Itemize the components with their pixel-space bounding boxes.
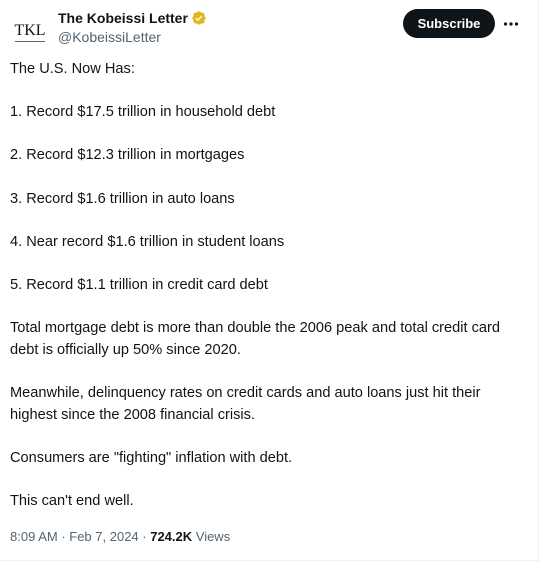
avatar-logo-rule xyxy=(15,40,45,42)
display-name[interactable]: The Kobeissi Letter xyxy=(58,10,188,26)
tweet-paragraph: Meanwhile, delinquency rates on credit c… xyxy=(10,384,485,423)
card-bottom-border xyxy=(0,560,540,561)
tweet-paragraph: 3. Record $1.6 trillion in auto loans xyxy=(10,190,235,207)
tweet-paragraph: Total mortgage debt is more than double … xyxy=(10,320,505,358)
meta-separator: · xyxy=(138,528,151,544)
avatar-logo-text: TKL xyxy=(14,21,46,39)
tweet-paragraph: 2. Record $12.3 trillion in mortgages xyxy=(10,147,245,164)
tweet-date[interactable]: Feb 7, 2024 xyxy=(69,529,138,544)
tweet-card: TKL The Kobeissi Letter @KobeissiLetter … xyxy=(0,0,540,563)
avatar[interactable]: TKL xyxy=(10,9,50,49)
meta-separator: · xyxy=(57,528,70,544)
subscribe-button[interactable]: Subscribe xyxy=(403,9,495,38)
tweet-paragraph: The U.S. Now Has: xyxy=(10,61,135,77)
verified-badge-icon[interactable] xyxy=(191,10,207,26)
tweet-paragraph: Consumers are "fighting" inflation with … xyxy=(10,449,293,466)
tweet-paragraph: This can't end well. xyxy=(10,492,134,509)
author-block: The Kobeissi Letter @KobeissiLetter xyxy=(58,9,207,45)
tweet-time[interactable]: 8:09 AM xyxy=(10,529,58,544)
name-line: The Kobeissi Letter xyxy=(58,9,207,27)
tweet-paragraph: 1. Record $17.5 trillion in household de… xyxy=(10,104,276,121)
card-right-border xyxy=(538,0,539,563)
tweet-meta: 8:09 AM · Feb 7, 2024 · 724.2K Views xyxy=(10,527,230,545)
views-label: Views xyxy=(192,528,231,544)
tweet-text: The U.S. Now Has: 1. Record $17.5 trilli… xyxy=(10,59,522,512)
author-handle[interactable]: @KobeissiLetter xyxy=(58,29,207,45)
tweet-paragraph: 5. Record $1.1 trillion in credit card d… xyxy=(10,276,268,293)
views-count[interactable]: 724.2K xyxy=(150,529,192,544)
tweet-paragraph: 4. Near record $1.6 trillion in student … xyxy=(10,233,285,250)
more-options-icon[interactable] xyxy=(502,15,520,33)
